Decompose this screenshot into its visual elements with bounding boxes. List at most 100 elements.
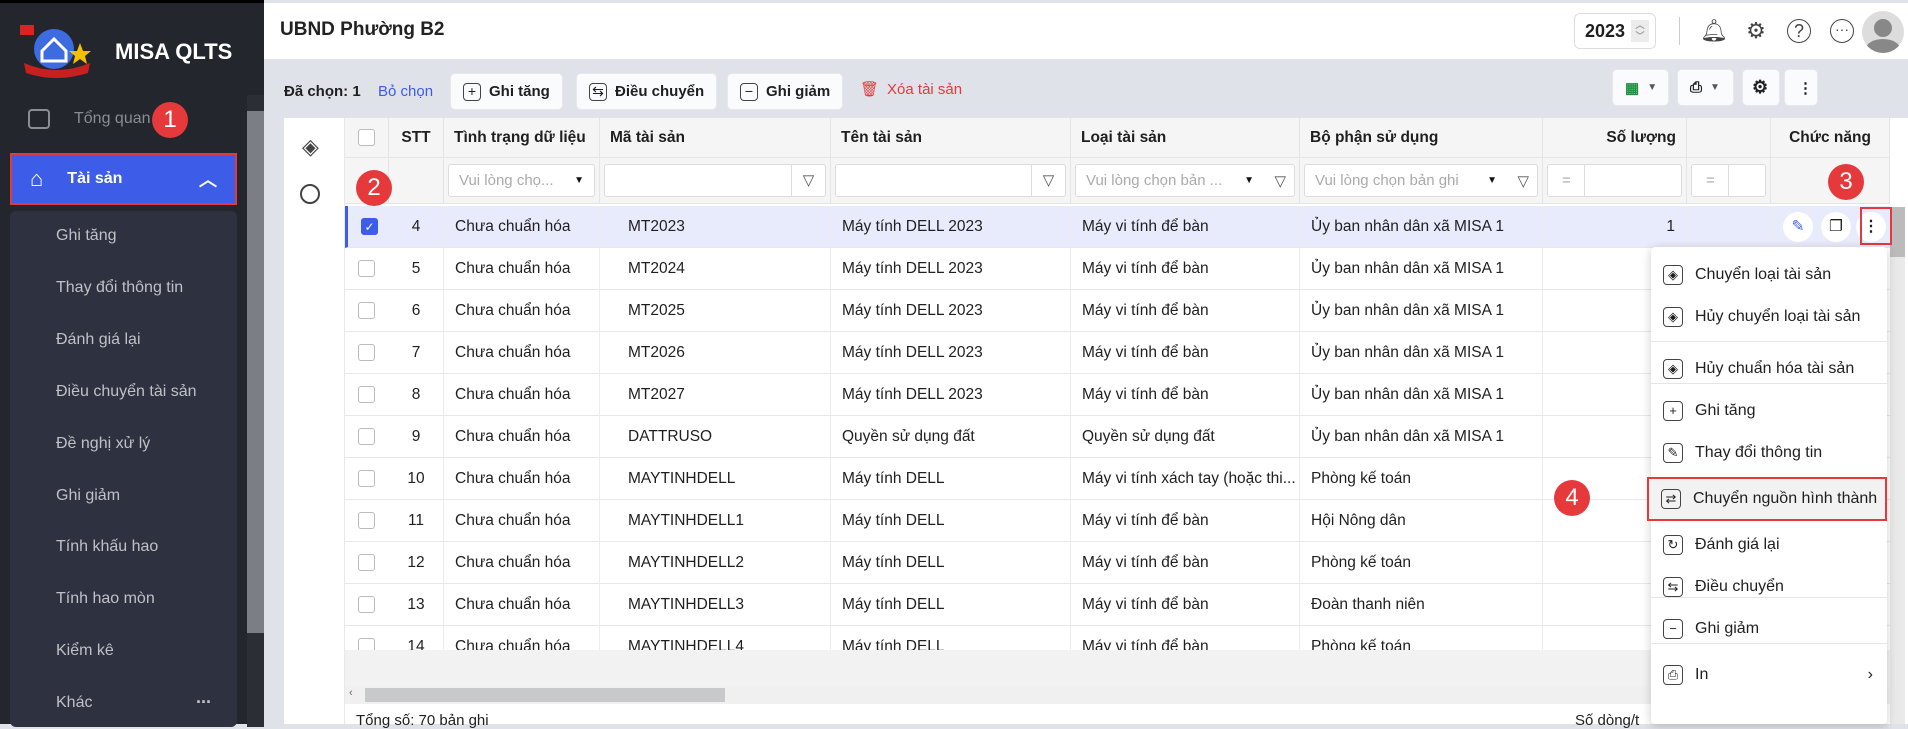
vertical-scrollbar[interactable] [1890,207,1905,724]
stepper-arrows-icon[interactable]: ︿ ﹀ [1631,20,1649,42]
increase-button[interactable]: + Ghi tăng [450,73,563,110]
transfer-icon: ⇆ [589,82,607,101]
row-checkbox[interactable] [358,470,375,487]
menu-item[interactable]: + Ghi tăng [1651,389,1887,433]
search-icon[interactable] [300,184,320,204]
submenu-item[interactable]: Thay đổi thông tin [56,279,183,297]
status-filter[interactable]: Vui lòng chọ... ▼ [448,164,595,197]
year-stepper[interactable]: 2023 ︿ ﹀ [1574,13,1656,49]
filter-cell: ▽ [831,158,1071,204]
bell-icon[interactable]: 🔔︎ [1700,17,1728,45]
row-checkbox[interactable] [358,554,375,571]
submenu-item[interactable]: Điều chuyển tài sản [56,383,197,401]
submenu-item[interactable]: Đề nghị xử lý [56,435,150,453]
column-header-stt[interactable]: STT [389,118,444,158]
filter-icon[interactable]: ▽ [791,165,825,196]
chat-icon[interactable]: ··· [1830,19,1854,43]
cell-code: MT2024 [600,248,831,290]
help-icon[interactable]: ? [1787,19,1811,43]
export-excel-button[interactable]: ▦ ▼ [1612,69,1669,106]
column-header-status[interactable]: Tình trạng dữ liệu [444,118,600,158]
qty-filter[interactable]: = [1547,164,1682,197]
decrease-button[interactable]: − Ghi giảm [727,73,844,110]
submenu-item[interactable]: Tính hao mòn [56,590,155,608]
more-icon[interactable]: ... [196,687,211,708]
divider [1651,643,1887,644]
submenu-item[interactable]: Khác [56,694,92,712]
menu-item[interactable]: ⇆ Điều chuyển [1651,565,1887,609]
header-select[interactable] [345,118,389,158]
row-checkbox[interactable]: ✓ [361,218,378,235]
menu-item[interactable]: − Ghi giảm [1651,607,1887,651]
cell-status: Chưa chuẩn hóa [444,584,600,626]
menu-item[interactable]: ✎ Thay đổi thông tin [1651,431,1887,475]
row-checkbox[interactable] [358,512,375,529]
row-checkbox[interactable] [358,428,375,445]
cell-code: DATTRUSO [600,416,831,458]
submenu-item[interactable]: Ghi giảm [56,487,120,505]
submenu-item[interactable]: Đánh giá lại [56,331,141,349]
menu-item[interactable]: ↻ Đánh giá lại [1651,523,1887,567]
cell-type: Máy vi tính để bàn [1071,332,1300,374]
code-filter[interactable]: ▽ [604,164,826,197]
dept-filter[interactable]: Vui lòng chọn bản ghi ▼ ▽ [1304,164,1538,197]
row-checkbox[interactable] [358,596,375,613]
filter-icon[interactable]: ▽ [1031,165,1065,196]
name-filter[interactable]: ▽ [835,164,1066,197]
cell-type: Máy vi tính để bàn [1071,290,1300,332]
sidebar-item-overview[interactable]: Tổng quan [28,109,151,129]
column-header-code[interactable]: Mã tài sản [600,118,831,158]
column-header-blank[interactable] [1687,118,1771,158]
horizontal-scroll-thumb[interactable] [365,688,725,702]
blank-filter[interactable]: = [1691,164,1766,197]
delete-asset-button[interactable]: 🗑︎ Xóa tài sản [860,80,962,99]
table-row[interactable]: ✓ 4 Chưa chuẩn hóa MT2023 Máy tính DELL 2023… [345,206,1890,248]
copy-icon[interactable]: ❐ [1821,212,1851,242]
sidebar-scroll-thumb[interactable] [247,111,264,633]
select-all-checkbox[interactable] [358,129,375,146]
cell-stt: 11 [389,500,444,542]
filter-cell: Vui lòng chọn bản ... ▼ ▽ [1071,158,1300,204]
type-filter[interactable]: Vui lòng chọn bản ... ▼ ▽ [1075,164,1295,197]
caret-down-icon: ▼ [574,175,584,186]
row-checkbox[interactable] [358,302,375,319]
filter-icon[interactable]: ▽ [1517,172,1529,190]
transfer-button[interactable]: ⇆ Điều chuyển [576,73,718,110]
cell-name: Máy tính DELL [831,500,1071,542]
row-checkbox[interactable] [358,386,375,403]
column-header-dept[interactable]: Bộ phận sử dụng [1300,118,1543,158]
submenu-item[interactable]: Kiểm kê [56,642,114,660]
column-header-actions[interactable]: Chức năng [1771,118,1890,158]
row-checkbox[interactable] [358,260,375,277]
row-checkbox[interactable] [358,344,375,361]
filter-icon[interactable]: ▽ [1274,172,1286,190]
submenu-item[interactable]: Ghi tăng [56,227,116,245]
column-header-type[interactable]: Loại tài sản [1071,118,1300,158]
deselect-link[interactable]: Bỏ chọn [378,83,433,100]
avatar[interactable] [1862,11,1904,53]
cell-name: Máy tính DELL [831,542,1071,584]
column-header-qty[interactable]: Số lượng [1543,118,1687,158]
cell-code: MT2025 [600,290,831,332]
cell-name: Máy tính DELL [831,584,1071,626]
menu-item[interactable]: ◈ Hủy chuyển loại tài sản [1651,295,1887,339]
submenu-item[interactable]: Tính khấu hao [56,538,158,556]
caret-down-icon: ▼ [1710,82,1720,93]
menu-item[interactable]: ⇄ Chuyển nguồn hình thành [1647,477,1887,521]
edit-icon[interactable]: ✎ [1783,212,1813,242]
more-options-button[interactable]: ⋮ [1784,69,1818,106]
print-button[interactable]: ⎙ ▼ [1677,69,1734,106]
column-header-name[interactable]: Tên tài sản [831,118,1071,158]
menu-item[interactable]: ◈ Chuyển loại tài sản [1651,253,1887,297]
menu-item[interactable]: ◈ Hủy chuẩn hóa tài sản [1651,347,1887,391]
chevron-left-icon[interactable]: ‹ [349,687,353,699]
vertical-scroll-thumb[interactable] [1890,207,1905,257]
cell-dept: Hội Nông dân [1300,500,1543,542]
settings-button[interactable]: ⚙ [1742,69,1780,106]
divider [1679,17,1680,45]
sidebar-item-assets[interactable]: ⌂ Tài sản ︿ [10,153,237,205]
gear-icon[interactable]: ⚙ [1742,17,1770,45]
cell-type: Máy vi tính để bàn [1071,206,1300,248]
menu-item[interactable]: ⎙ In › [1651,653,1887,697]
layers-icon[interactable]: ◈ [302,134,319,160]
